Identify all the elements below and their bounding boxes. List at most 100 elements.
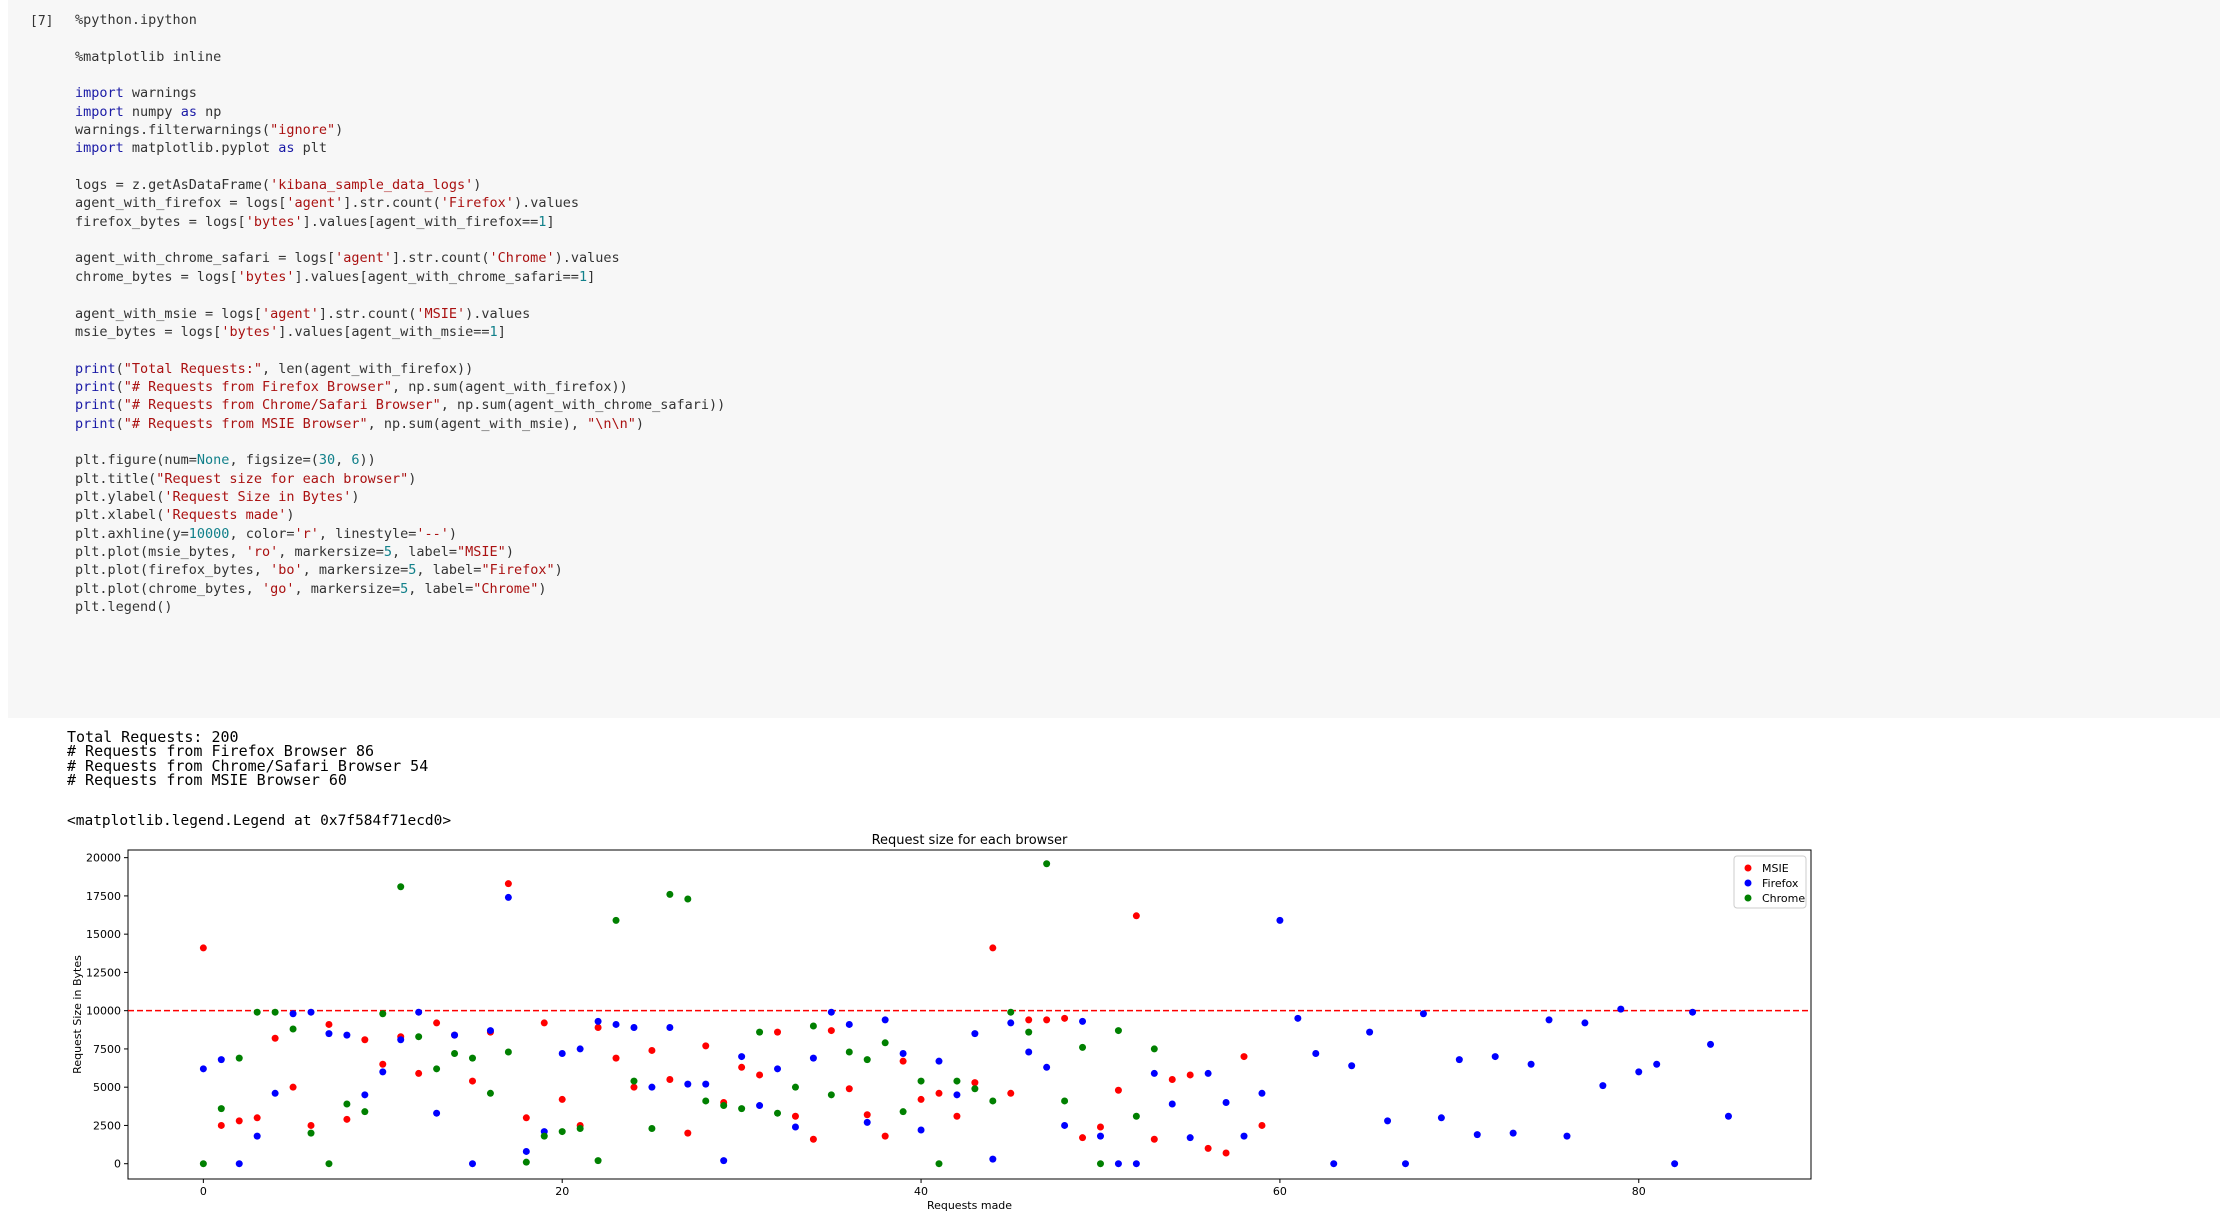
data-point-chrome	[325, 1160, 333, 1168]
data-point-firefox	[433, 1109, 441, 1117]
data-point-chrome	[971, 1085, 979, 1093]
data-point-firefox	[199, 1065, 207, 1073]
data-point-msie	[1096, 1123, 1104, 1131]
code-token: 'bytes'	[245, 213, 303, 230]
data-point-firefox	[935, 1057, 943, 1065]
data-point-firefox	[881, 1016, 889, 1024]
code-line: warnings.filterwarnings("ignore")	[75, 121, 725, 139]
data-point-msie	[953, 1112, 961, 1120]
code-token: matplotlib.pyplot	[123, 140, 279, 157]
data-point-msie	[504, 880, 512, 888]
data-point-chrome	[576, 1125, 584, 1133]
data-point-chrome	[594, 1157, 602, 1165]
data-point-firefox	[1384, 1117, 1392, 1125]
data-point-firefox	[845, 1020, 853, 1028]
y-tick-label: 0	[114, 1158, 121, 1171]
code-line: import warnings	[75, 84, 725, 102]
code-editor[interactable]: %python.ipython %matplotlib inline import …	[75, 11, 725, 616]
data-point-chrome	[935, 1160, 943, 1168]
code-token: , label=	[392, 543, 458, 560]
x-tick-label: 60	[1273, 1185, 1287, 1198]
code-token: print	[75, 397, 116, 414]
code-token: logs = z.getAsDataFrame(	[75, 177, 271, 194]
code-token: , color=	[229, 525, 295, 542]
data-point-msie	[433, 1019, 441, 1027]
data-point-msie	[1007, 1089, 1015, 1097]
code-token: plt	[294, 140, 327, 157]
code-token: import	[75, 103, 124, 120]
y-tick-label: 20000	[86, 852, 121, 865]
data-point-firefox	[1132, 1160, 1140, 1168]
code-line: %python.ipython	[75, 11, 725, 29]
data-point-chrome	[666, 890, 674, 898]
data-point-firefox	[1079, 1017, 1087, 1025]
data-point-firefox	[1150, 1069, 1158, 1077]
data-point-chrome	[522, 1158, 530, 1166]
x-tick-label: 40	[914, 1185, 928, 1198]
legend-label: Chrome	[1762, 892, 1805, 905]
code-token: , markersize=	[302, 562, 409, 579]
data-point-chrome	[756, 1028, 764, 1036]
y-tick-label: 7500	[93, 1043, 121, 1056]
data-point-chrome	[199, 1160, 207, 1168]
data-point-firefox	[1563, 1132, 1571, 1140]
code-token: )	[554, 562, 563, 579]
data-point-firefox	[1617, 1005, 1625, 1013]
data-point-chrome	[863, 1056, 871, 1064]
data-point-msie	[809, 1135, 817, 1143]
data-point-firefox	[1007, 1019, 1015, 1027]
code-token: , figsize=(	[229, 452, 319, 469]
data-point-firefox	[738, 1053, 746, 1061]
code-token: "Request size for each browser"	[156, 470, 409, 487]
data-point-msie	[415, 1069, 423, 1077]
data-point-msie	[1240, 1053, 1248, 1061]
code-token: ))	[359, 452, 376, 469]
code-token: , np.sum(agent_with_firefox))	[392, 378, 628, 395]
code-token: print	[75, 415, 116, 432]
data-point-chrome	[791, 1083, 799, 1091]
code-token: 'kibana_sample_data_logs'	[270, 177, 474, 194]
y-tick-label: 2500	[93, 1119, 121, 1132]
code-token: 'agent'	[286, 195, 344, 212]
data-point-firefox	[1186, 1134, 1194, 1142]
code-line: firefox_bytes = logs['bytes'].values[age…	[75, 213, 725, 231]
code-token: 5	[383, 543, 393, 560]
data-point-chrome	[989, 1097, 997, 1105]
data-point-chrome	[899, 1108, 907, 1116]
code-cell[interactable]: [7] %python.ipython %matplotlib inline imp…	[8, 0, 2220, 718]
data-point-firefox	[648, 1083, 656, 1091]
data-point-firefox	[1545, 1016, 1553, 1024]
x-tick-label: 80	[1632, 1185, 1646, 1198]
code-token: 'Requests made'	[164, 507, 287, 524]
data-point-msie	[845, 1085, 853, 1093]
data-point-chrome	[720, 1102, 728, 1110]
data-point-msie	[217, 1121, 225, 1129]
data-point-firefox	[1689, 1008, 1697, 1016]
data-point-firefox	[1114, 1160, 1122, 1168]
data-point-firefox	[379, 1068, 387, 1076]
code-token: (	[115, 360, 124, 377]
data-point-firefox	[1509, 1129, 1517, 1137]
code-token: ]	[497, 323, 506, 340]
code-token: )	[286, 507, 295, 524]
code-token: "Total Requests:"	[123, 360, 262, 377]
data-point-chrome	[451, 1050, 459, 1058]
code-token: (	[115, 415, 124, 432]
data-point-firefox	[307, 1008, 315, 1016]
data-point-chrome	[702, 1097, 710, 1105]
y-tick-label: 5000	[93, 1081, 121, 1094]
data-point-firefox	[1419, 1010, 1427, 1018]
code-token: np	[196, 103, 222, 120]
y-tick-label: 15000	[86, 928, 121, 941]
legend-marker	[1744, 894, 1752, 902]
code-token: , linestyle=	[318, 525, 417, 542]
data-point-firefox	[1724, 1112, 1732, 1120]
code-token: )	[335, 122, 344, 139]
data-point-firefox	[827, 1008, 835, 1016]
data-point-firefox	[1437, 1114, 1445, 1122]
data-point-firefox	[217, 1056, 225, 1064]
code-token: ]	[587, 268, 596, 285]
code-token: 'Firefox'	[440, 195, 514, 212]
